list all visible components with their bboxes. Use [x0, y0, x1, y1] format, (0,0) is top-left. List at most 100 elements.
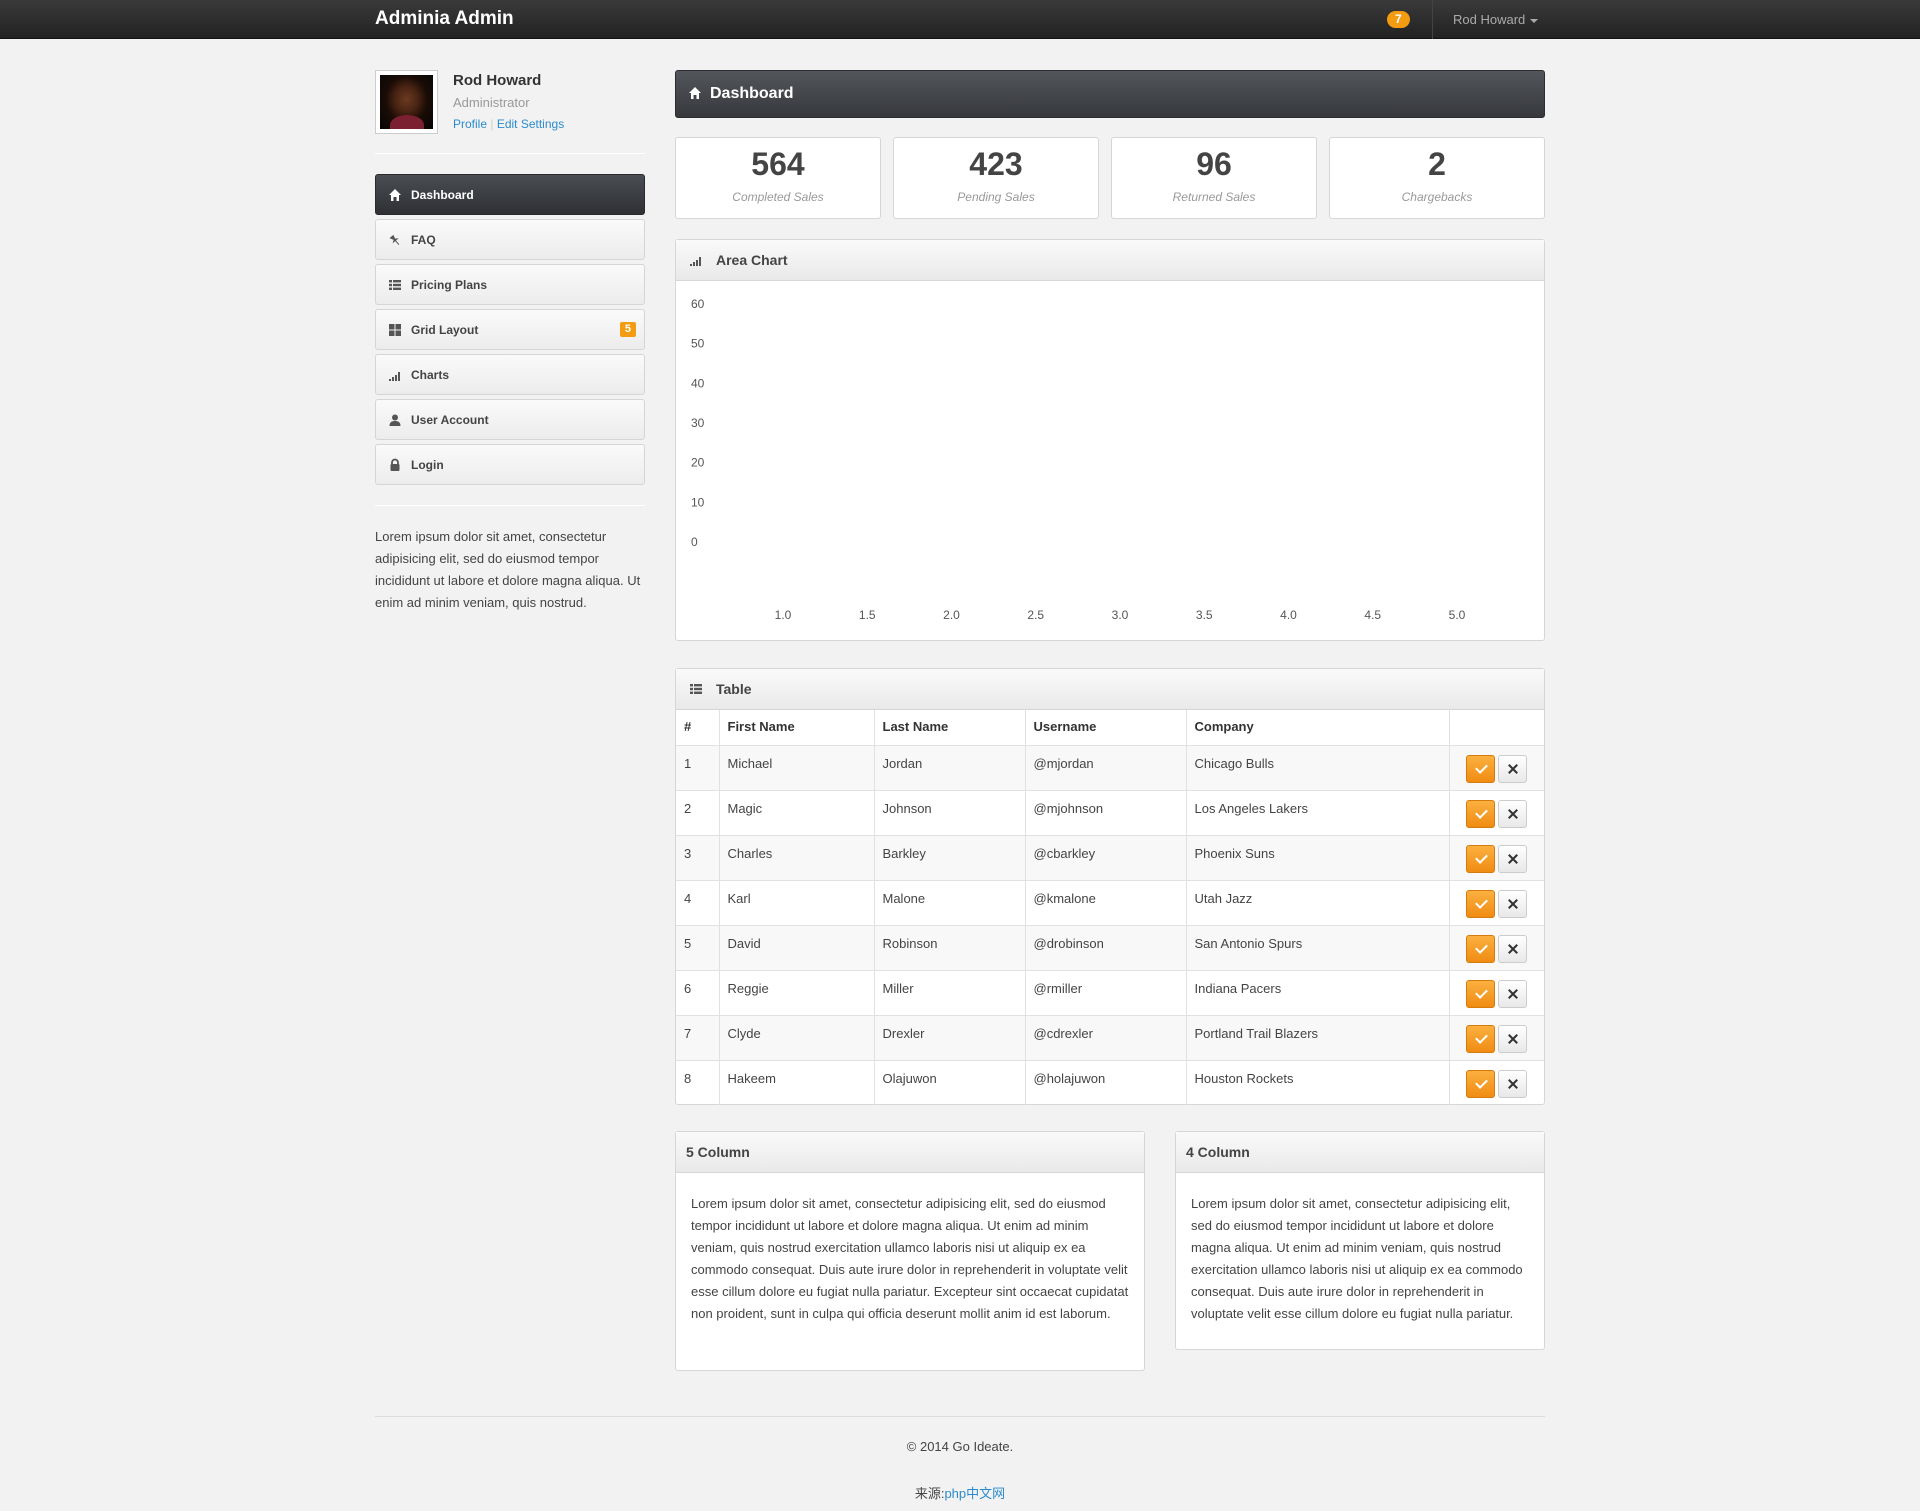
- table-cell: Johnson: [874, 790, 1026, 836]
- edit-settings-link[interactable]: Edit Settings: [497, 117, 564, 131]
- sidebar-item-charts[interactable]: Charts: [375, 354, 645, 395]
- table-row: 7 Clyde Drexler @cdrexler Portland Trail Bla…: [676, 1015, 1544, 1061]
- y-tick-label: 0: [691, 535, 698, 549]
- row-actions: [1449, 835, 1544, 881]
- table-row: 4 Karl Malone @kmalone Utah Jazz: [676, 880, 1544, 926]
- signal-icon: [389, 372, 400, 381]
- profile-card: Rod Howard Administrator Profile | Edit …: [375, 70, 645, 155]
- dashboard-title: Dashboard: [710, 85, 794, 102]
- table-cell: Los Angeles Lakers: [1186, 790, 1450, 836]
- top-navbar: Adminia Admin 7 Rod Howard: [0, 0, 1920, 39]
- table-row: 8 Hakeem Olajuwon @holajuwon Houston Rockets: [676, 1060, 1544, 1105]
- user-menu-label: Rod Howard: [1453, 12, 1526, 27]
- table-cell: Miller: [874, 970, 1026, 1016]
- profile-link[interactable]: Profile: [453, 117, 487, 131]
- approve-button[interactable]: [1465, 844, 1495, 873]
- table-widget: Table # First Name Last Name Username Co…: [675, 668, 1545, 1105]
- table-cell: Utah Jazz: [1186, 880, 1450, 926]
- column-header: [1449, 710, 1544, 746]
- stat-label: Completed Sales: [732, 190, 824, 204]
- source-link[interactable]: php中文网: [944, 1486, 1005, 1501]
- table-cell: 1: [676, 745, 720, 791]
- table-cell: 8: [676, 1060, 720, 1105]
- x-tick-label: 3.5: [1196, 608, 1213, 622]
- table-cell: Portland Trail Blazers: [1186, 1015, 1450, 1061]
- column-header: Company: [1186, 710, 1450, 746]
- column-header: First Name: [719, 710, 875, 746]
- x-tick-label: 2.5: [1027, 608, 1044, 622]
- sidebar-item-login[interactable]: Login: [375, 444, 645, 485]
- table-cell: Olajuwon: [874, 1060, 1026, 1105]
- sidebar-item-label: Dashboard: [411, 188, 474, 202]
- approve-button[interactable]: [1465, 889, 1495, 918]
- delete-button[interactable]: [1497, 1069, 1527, 1098]
- delete-button[interactable]: [1497, 979, 1527, 1008]
- approve-button[interactable]: [1465, 934, 1495, 963]
- table-cell: Jordan: [874, 745, 1026, 791]
- list-icon: [690, 684, 702, 694]
- row-actions: [1449, 790, 1544, 836]
- delete-button[interactable]: [1497, 754, 1527, 783]
- widget-title: Area Chart: [716, 252, 788, 268]
- column-header: Username: [1025, 710, 1187, 746]
- sidebar-item-grid-layout[interactable]: Grid Layout 5: [375, 309, 645, 350]
- stat-value: 564: [751, 146, 805, 182]
- dashboard-header: Dashboard: [675, 70, 1545, 118]
- sidebar-item-label: User Account: [411, 413, 489, 427]
- table-cell: Malone: [874, 880, 1026, 926]
- stat-card-completed-sales: 564 Completed Sales: [675, 137, 881, 219]
- table-cell: Clyde: [719, 1015, 875, 1061]
- table-cell: Charles: [719, 835, 875, 881]
- sidebar-item-user-account[interactable]: User Account: [375, 399, 645, 440]
- lock-icon: [390, 458, 400, 471]
- widget-header: 5 Column: [676, 1132, 1144, 1173]
- delete-button[interactable]: [1497, 889, 1527, 918]
- notification-badge[interactable]: 7: [1387, 11, 1410, 28]
- sidebar-item-dashboard[interactable]: Dashboard: [375, 174, 645, 215]
- approve-button[interactable]: [1465, 1024, 1495, 1053]
- sidebar-divider: [375, 505, 645, 506]
- user-menu-dropdown[interactable]: Rod Howard: [1453, 12, 1539, 27]
- sidebar-item-label: Grid Layout: [411, 323, 479, 337]
- approve-button[interactable]: [1465, 754, 1495, 783]
- delete-button[interactable]: [1497, 799, 1527, 828]
- table-cell: @kmalone: [1025, 880, 1187, 926]
- table-cell: @drobinson: [1025, 925, 1187, 971]
- table-cell: Karl: [719, 880, 875, 926]
- row-actions: [1449, 1060, 1544, 1105]
- widget-title: 5 Column: [686, 1144, 750, 1160]
- sidebar-item-faq[interactable]: FAQ: [375, 219, 645, 260]
- x-tick-label: 1.0: [775, 608, 792, 622]
- widget-title: Table: [716, 681, 752, 697]
- widget-text: Lorem ipsum dolor sit amet, consectetur …: [1191, 1196, 1523, 1321]
- table-header-row: # First Name Last Name Username Company: [676, 710, 1544, 746]
- row-actions: [1449, 970, 1544, 1016]
- y-tick-label: 30: [691, 416, 705, 430]
- table-cell: 7: [676, 1015, 720, 1061]
- table-cell: 6: [676, 970, 720, 1016]
- approve-button[interactable]: [1465, 799, 1495, 828]
- widget-title: 4 Column: [1186, 1144, 1250, 1160]
- y-tick-label: 40: [691, 376, 705, 390]
- table-cell: Indiana Pacers: [1186, 970, 1450, 1016]
- brand-logo[interactable]: Adminia Admin: [375, 8, 514, 30]
- widget-header: 4 Column: [1176, 1132, 1544, 1173]
- approve-button[interactable]: [1465, 979, 1495, 1008]
- avatar: [375, 70, 438, 134]
- approve-button[interactable]: [1465, 1069, 1495, 1098]
- delete-button[interactable]: [1497, 1024, 1527, 1053]
- list-icon: [389, 280, 401, 290]
- table-cell: Chicago Bulls: [1186, 745, 1450, 791]
- sidebar-item-pricing-plans[interactable]: Pricing Plans: [375, 264, 645, 305]
- sidebar-item-label: FAQ: [411, 233, 436, 247]
- x-tick-label: 5.0: [1449, 608, 1466, 622]
- table-cell: 5: [676, 925, 720, 971]
- stat-value: 96: [1196, 146, 1232, 182]
- table-cell: Barkley: [874, 835, 1026, 881]
- table-cell: Robinson: [874, 925, 1026, 971]
- table-cell: @mjordan: [1025, 745, 1187, 791]
- y-tick-label: 10: [691, 495, 705, 509]
- delete-button[interactable]: [1497, 934, 1527, 963]
- delete-button[interactable]: [1497, 844, 1527, 873]
- row-actions: [1449, 925, 1544, 971]
